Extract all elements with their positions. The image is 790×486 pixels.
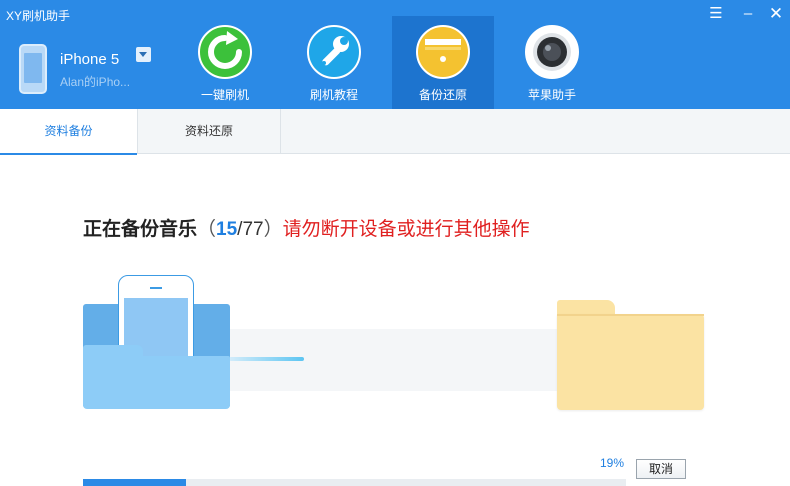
- nav-label: 刷机教程: [309, 88, 358, 102]
- progress-bar: [83, 479, 626, 486]
- progress-fill: [83, 479, 187, 486]
- device-name: iPhone 5: [60, 51, 120, 68]
- nav-backup-restore[interactable]: 备份还原: [392, 16, 494, 109]
- menu-icon[interactable]: ☰: [705, 4, 727, 24]
- transfer-animation-line: [229, 357, 304, 361]
- backup-status: 正在备份音乐（15/77）请勿断开设备或进行其他操作: [83, 214, 530, 241]
- tab-bar: 资料备份 资料还原: [0, 109, 790, 155]
- destination-folder-icon: [557, 300, 704, 410]
- device-owner-name: Alan的iPho...: [60, 75, 131, 89]
- status-total-count: 77: [242, 219, 264, 240]
- status-warning: 请勿断开设备或进行其他操作: [282, 219, 530, 240]
- nav-one-click-flash[interactable]: 一键刷机: [174, 16, 276, 109]
- app-title: XY刷机助手: [6, 9, 71, 23]
- nav-label: 苹果助手: [527, 88, 576, 102]
- progress-percent: 19%: [600, 456, 625, 470]
- status-open-paren: （: [197, 219, 217, 240]
- nav-apple-assistant[interactable]: 苹果助手: [501, 16, 603, 109]
- cancel-button[interactable]: 取消: [636, 459, 686, 479]
- status-prefix: 正在备份音乐: [83, 219, 198, 240]
- status-current-count: 15: [216, 219, 238, 240]
- flash-refresh-icon: [198, 25, 252, 79]
- nav-label: 一键刷机: [200, 88, 249, 102]
- close-icon[interactable]: ✕: [765, 4, 787, 24]
- minimize-icon[interactable]: –: [737, 4, 759, 24]
- app-header: XY刷机助手 ☰ – ✕ iPhone 5 Alan的iPho... 一键刷机 …: [0, 0, 790, 109]
- backup-box-icon: [416, 25, 470, 79]
- source-phone-folder-icon: [83, 275, 230, 410]
- status-close-paren: ）: [263, 219, 283, 240]
- tab-data-backup[interactable]: 资料备份: [0, 109, 137, 155]
- nav-label: 备份还原: [418, 88, 467, 102]
- device-dropdown-icon[interactable]: [136, 47, 151, 62]
- tab-data-restore[interactable]: 资料还原: [137, 109, 281, 154]
- phone-device-icon: [19, 44, 47, 94]
- wrench-icon: [307, 25, 361, 79]
- camera-lens-icon: [525, 25, 579, 79]
- nav-flash-tutorial[interactable]: 刷机教程: [283, 16, 385, 109]
